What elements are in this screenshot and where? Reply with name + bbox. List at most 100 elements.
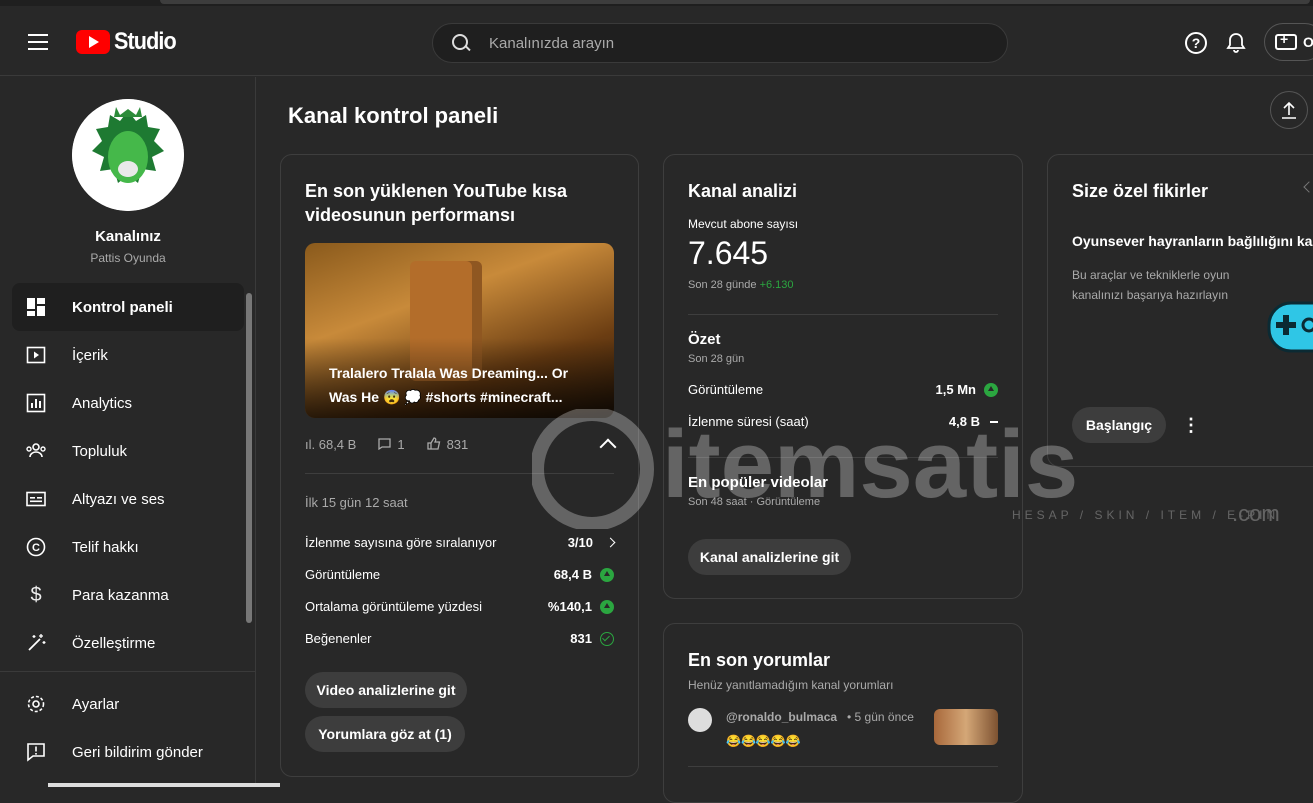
create-button[interactable]: O	[1264, 23, 1313, 61]
browser-bottom-bar	[48, 783, 280, 787]
search-bar[interactable]	[432, 23, 1008, 63]
row-label: Beğenenler	[305, 631, 372, 646]
sidebar-item-community[interactable]: Topluluk	[12, 427, 244, 475]
watch-time-row: İzlenme süresi (saat) 4,8 B	[688, 414, 998, 429]
bell-icon[interactable]	[1226, 32, 1246, 54]
sidebar: Kanalınız Pattis Oyunda Kontrol paneli İ…	[0, 77, 256, 787]
idea-description: Bu araçlar ve tekniklerle oyun kanalınız…	[1072, 268, 1230, 302]
sidebar-item-subtitles[interactable]: Altyazı ve ses	[12, 475, 244, 523]
views-stat: ıl. 68,4 B	[305, 437, 357, 452]
arrow-up-icon	[984, 382, 998, 397]
gear-icon	[25, 693, 47, 715]
sidebar-item-label: Altyazı ve ses	[72, 490, 165, 508]
top-videos-sub: Son 48 saat · Görüntüleme	[688, 496, 821, 508]
dashboard-icon	[25, 296, 47, 318]
view-comments-button[interactable]: Yorumlara göz at (1)	[305, 716, 465, 752]
avatar[interactable]	[688, 708, 712, 732]
page-title: Kanal kontrol paneli	[288, 103, 499, 128]
subs-count: 7.645	[688, 235, 769, 271]
upload-button[interactable]	[1270, 91, 1308, 129]
chevron-right-icon	[605, 537, 616, 548]
community-icon	[25, 440, 47, 462]
row-value: 831	[570, 631, 592, 646]
channel-avatar[interactable]	[72, 99, 184, 211]
card-title: Size özel fikirler	[1072, 181, 1209, 201]
sidebar-item-label: Kontrol paneli	[72, 298, 173, 316]
comment-author[interactable]: @ronaldo_bulmaca	[726, 710, 837, 724]
sidebar-item-analytics[interactable]: Analytics	[12, 379, 244, 427]
youtube-studio-logo[interactable]: Studio	[76, 28, 183, 56]
sidebar-item-copyright[interactable]: C Telif hakkı	[12, 523, 244, 571]
row-label: Görüntüleme	[305, 567, 381, 582]
youtube-play-icon	[76, 30, 110, 54]
channel-analytics-button[interactable]: Kanal analizlerine git	[688, 539, 851, 575]
analytics-icon	[25, 392, 47, 414]
sidebar-item-label: Telif hakkı	[72, 538, 139, 556]
ideas-card: Size özel fikirler Oyunsever hayranların…	[1047, 154, 1313, 467]
likes-stat: 831	[426, 437, 468, 452]
magic-wand-icon	[25, 632, 47, 654]
comment-icon	[378, 438, 391, 451]
search-icon[interactable]	[451, 33, 471, 53]
row-value: 3/10	[567, 535, 593, 550]
sidebar-item-feedback[interactable]: Geri bildirim gönder	[12, 728, 244, 776]
sidebar-item-dashboard[interactable]: Kontrol paneli	[12, 283, 244, 331]
subtitles-icon	[25, 488, 47, 510]
summary-title: Özet	[688, 331, 721, 348]
short-thumbnail[interactable]: Tralalero Tralala Was Dreaming... Or Was…	[305, 243, 614, 418]
sidebar-nav: Kontrol paneli İçerik Analytics Topluluk…	[12, 283, 244, 667]
row-label: İzlenme sayısına göre sıralanıyor	[305, 535, 497, 550]
logo-text: Studio	[114, 28, 177, 55]
main-content: Kanal kontrol paneli En son yüklenen You…	[256, 77, 1313, 803]
collapse-chevron-icon[interactable]	[599, 438, 617, 456]
summary-period: Son 28 gün	[688, 353, 745, 365]
card-title: En son yüklenen YouTube kısa videosunun …	[305, 181, 568, 225]
views-row: Görüntüleme 1,5 Mn	[688, 382, 998, 397]
subs-delta: +6.130	[759, 279, 794, 291]
comments-stat: 1	[378, 437, 405, 452]
video-plus-icon	[1275, 31, 1297, 50]
card-title: Kanal analizi	[688, 181, 798, 201]
row-label: Görüntüleme	[688, 382, 764, 397]
comment-text: 😂😂😂😂😂	[726, 734, 801, 748]
copyright-icon: C	[25, 536, 47, 558]
row-label: İzlenme süresi (saat)	[688, 414, 809, 429]
sidebar-item-customization[interactable]: Özelleştirme	[12, 619, 244, 667]
latest-short-card: En son yüklenen YouTube kısa videosunun …	[280, 154, 639, 777]
video-analytics-button[interactable]: Video analizlerine git	[305, 672, 467, 708]
chevron-left-icon[interactable]	[1303, 181, 1313, 193]
search-input[interactable]	[489, 34, 969, 52]
sidebar-item-label: Analytics	[72, 394, 133, 412]
menu-icon[interactable]	[28, 34, 48, 50]
sidebar-scrollbar[interactable]	[246, 293, 252, 623]
dash-icon	[990, 420, 998, 423]
lion-logo-icon	[72, 99, 184, 211]
top-bar: Studio ? O	[0, 6, 1313, 76]
comment-video-thumbnail[interactable]	[934, 709, 998, 745]
subs-period: Son 28 günde +6.130	[688, 279, 794, 291]
svg-text:.com: .com	[1232, 501, 1280, 526]
gamepad-icon	[1267, 301, 1313, 353]
row-value: 68,4 B	[553, 567, 592, 582]
svg-text:C: C	[32, 542, 40, 554]
sidebar-item-content[interactable]: İçerik	[12, 331, 244, 379]
svg-text:HESAP / SKIN / ITEM / E-PIN: HESAP / SKIN / ITEM / E-PIN	[1012, 508, 1279, 522]
sidebar-item-settings[interactable]: Ayarlar	[12, 680, 244, 728]
get-started-button[interactable]: Başlangıç	[1072, 407, 1166, 443]
thumbs-up-icon	[426, 437, 440, 450]
more-vert-icon[interactable]: ⋮	[1182, 415, 1200, 436]
arrow-up-icon	[600, 567, 614, 582]
top-videos-title: En popüler videolar	[688, 474, 829, 491]
help-icon[interactable]: ?	[1185, 32, 1207, 54]
period-label: İlk 15 gün 12 saat	[305, 495, 408, 510]
sidebar-item-monetization[interactable]: $ Para kazanma	[12, 571, 244, 619]
short-video-title: Tralalero Tralala Was Dreaming... Or Was…	[329, 365, 569, 405]
feedback-icon	[25, 741, 47, 763]
short-stats: ıl. 68,4 B 1 831	[305, 437, 617, 456]
sidebar-bottom-nav: Ayarlar Geri bildirim gönder	[12, 680, 244, 776]
sidebar-item-label: İçerik	[72, 346, 108, 364]
browser-tab-bar	[160, 0, 1310, 4]
ranking-row[interactable]: İzlenme sayısına göre sıralanıyor 3/10	[305, 535, 616, 550]
content-icon	[25, 344, 47, 366]
check-icon	[600, 631, 614, 646]
